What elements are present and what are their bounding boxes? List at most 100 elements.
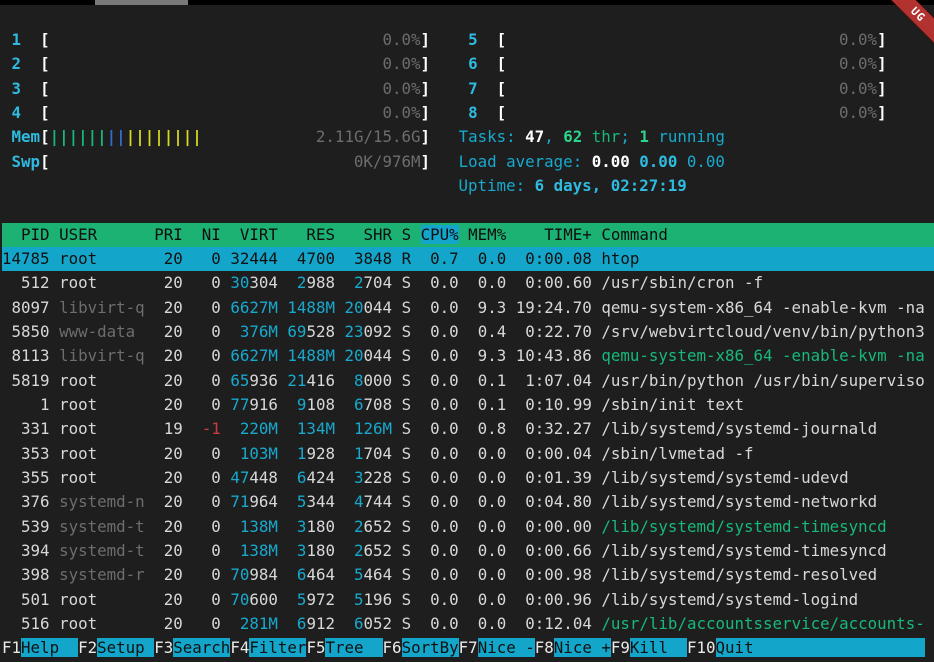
col-header-cpu[interactable]: CPU% [421,225,459,244]
cell-pid: 512 [2,273,50,292]
process-row[interactable]: 501 root 20 0 70600 5972 5196 S 0.0 0.0 … [2,588,934,612]
fkey-f10[interactable]: F10 [687,638,716,657]
cell-mem: 0.0 [468,614,506,633]
text [430,30,459,49]
col-header-mem[interactable]: MEM% [468,225,506,244]
fkey-f3[interactable]: F3 [154,638,173,657]
col-header-shr[interactable]: SHR [344,225,392,244]
fkey-label-kill[interactable]: Kill [630,638,687,657]
process-row[interactable]: 5819 root 20 0 65936 21416 8000 S 0.0 0.… [2,369,934,393]
text [183,541,193,560]
col-header-pid[interactable]: PID [2,225,50,244]
col-header-s[interactable]: S [402,225,412,244]
fkey-label-tree[interactable]: Tree [325,638,382,657]
fkey-label-help[interactable]: Help [21,638,78,657]
cell-pri: 20 [154,273,183,292]
cell-state: R [402,249,412,268]
fkey-f2[interactable]: F2 [78,638,97,657]
cell-time: 0:00.04 [516,444,592,463]
process-row[interactable]: 398 systemd-r 20 0 70984 6464 5464 S 0.0… [2,563,934,587]
text [145,346,155,365]
cell-ni: 0 [192,395,221,414]
cpu-meter-8-label: 8 [468,103,497,122]
fkey-f7[interactable]: F7 [459,638,478,657]
fkey-label-search[interactable]: Search [173,638,230,657]
text [506,590,516,609]
text [411,444,421,463]
tasks-label: Tasks: [459,127,526,146]
col-header-res[interactable]: RES [287,225,335,244]
process-row[interactable]: 8097 libvirt-q 20 0 6627M 1488M 20044 S … [2,296,934,320]
text [411,565,421,584]
process-row[interactable]: 5850 www-data 20 0 376M 69528 23092 S 0.… [2,320,934,344]
fkey-f5[interactable]: F5 [306,638,325,657]
cell-shr: 8 [345,371,364,390]
cell-shr: 228 [364,468,393,487]
text [459,541,469,560]
cell-pid: 398 [2,565,50,584]
text [392,565,402,584]
text [278,565,288,584]
cell-command: qemu-system-x86_64 -enable-kvm -na [601,346,924,365]
col-header-virt[interactable]: VIRT [230,225,278,244]
process-row[interactable]: 331 root 19 -1 220M 134M 126M S 0.0 0.8 … [2,417,934,441]
col-header-time[interactable]: TIME+ [516,225,592,244]
cell-ni: 0 [192,468,221,487]
col-header-cmd[interactable]: Command [601,225,668,244]
col-header-pri[interactable]: PRI [154,225,183,244]
fkey-f4[interactable]: F4 [230,638,249,657]
process-row[interactable]: 516 root 20 0 281M 6912 6052 S 0.0 0.0 0… [2,612,934,636]
fkey-label-quit[interactable]: Quit [716,638,925,657]
process-row[interactable]: 14785 root 20 0 32444 4700 3848 R 0.7 0.… [2,247,934,271]
fkey-label-nice-[interactable]: Nice + [554,638,611,657]
cell-pid: 353 [2,444,50,463]
fkey-label-nice-[interactable]: Nice - [478,638,535,657]
process-row[interactable]: 355 root 20 0 47448 6424 3228 S 0.0 0.0 … [2,466,934,490]
cell-time: 0:00.66 [516,541,592,560]
fkey-label-setup[interactable]: Setup [97,638,154,657]
process-row[interactable]: 376 systemd-n 20 0 71964 5344 4744 S 0.0… [2,490,934,514]
fkey-f9[interactable]: F9 [611,638,630,657]
cell-mem: 0.0 [468,492,506,511]
col-header-ni[interactable]: NI [192,225,221,244]
text [430,103,459,122]
uptime-value: 6 days, 02:27:19 [535,176,687,195]
fkey-f1[interactable]: F1 [2,638,21,657]
cell-shr: 20 [344,346,363,365]
cell-cpu: 0.0 [421,565,459,584]
cell-command: /lib/systemd/systemd-udevd [601,468,848,487]
cpu-meter-7-value: 0.0% [506,79,877,98]
mem-meter-value: 2.11G/15.6G [202,127,421,146]
cell-ni: 0 [192,541,221,560]
text [506,346,516,365]
tasks-running-count: 1 [639,127,649,146]
text [145,371,155,390]
fkey-f8[interactable]: F8 [535,638,554,657]
text [278,590,288,609]
cell-res: 69 [287,322,306,341]
cell-time: 0:12.04 [516,614,592,633]
col-header-user[interactable]: USER [59,225,145,244]
cell-virt: 936 [249,371,278,390]
fkey-label-filter[interactable]: Filter [249,638,306,657]
text [50,419,60,438]
process-row[interactable]: 1 root 20 0 77916 9108 6708 S 0.0 0.1 0:… [2,393,934,417]
process-row[interactable]: 394 systemd-t 20 0 138M 3180 2652 S 0.0 … [2,539,934,563]
fkey-label-sortby[interactable]: SortBy [402,638,459,657]
mem-bar-blue: || [107,127,126,146]
process-row[interactable]: 539 systemd-t 20 0 138M 3180 2652 S 0.0 … [2,515,934,539]
text [592,249,602,268]
cpu-meter-3-close-bracket: ] [421,79,431,98]
cell-virt: 448 [249,468,278,487]
process-row[interactable]: 353 root 20 0 103M 1928 1704 S 0.0 0.0 0… [2,442,934,466]
cell-user: systemd-t [59,541,145,560]
process-row[interactable]: 512 root 20 0 30304 2988 2704 S 0.0 0.0 … [2,271,934,295]
text [592,492,602,511]
process-row[interactable]: 8113 libvirt-q 20 0 6627M 1488M 20044 S … [2,344,934,368]
text [592,590,602,609]
cell-res: 528 [306,322,335,341]
cpu-meter-5-value: 0.0% [506,30,877,49]
fkey-f6[interactable]: F6 [383,638,402,657]
cell-state: S [402,346,412,365]
scrollbar-thumb[interactable] [95,0,188,5]
